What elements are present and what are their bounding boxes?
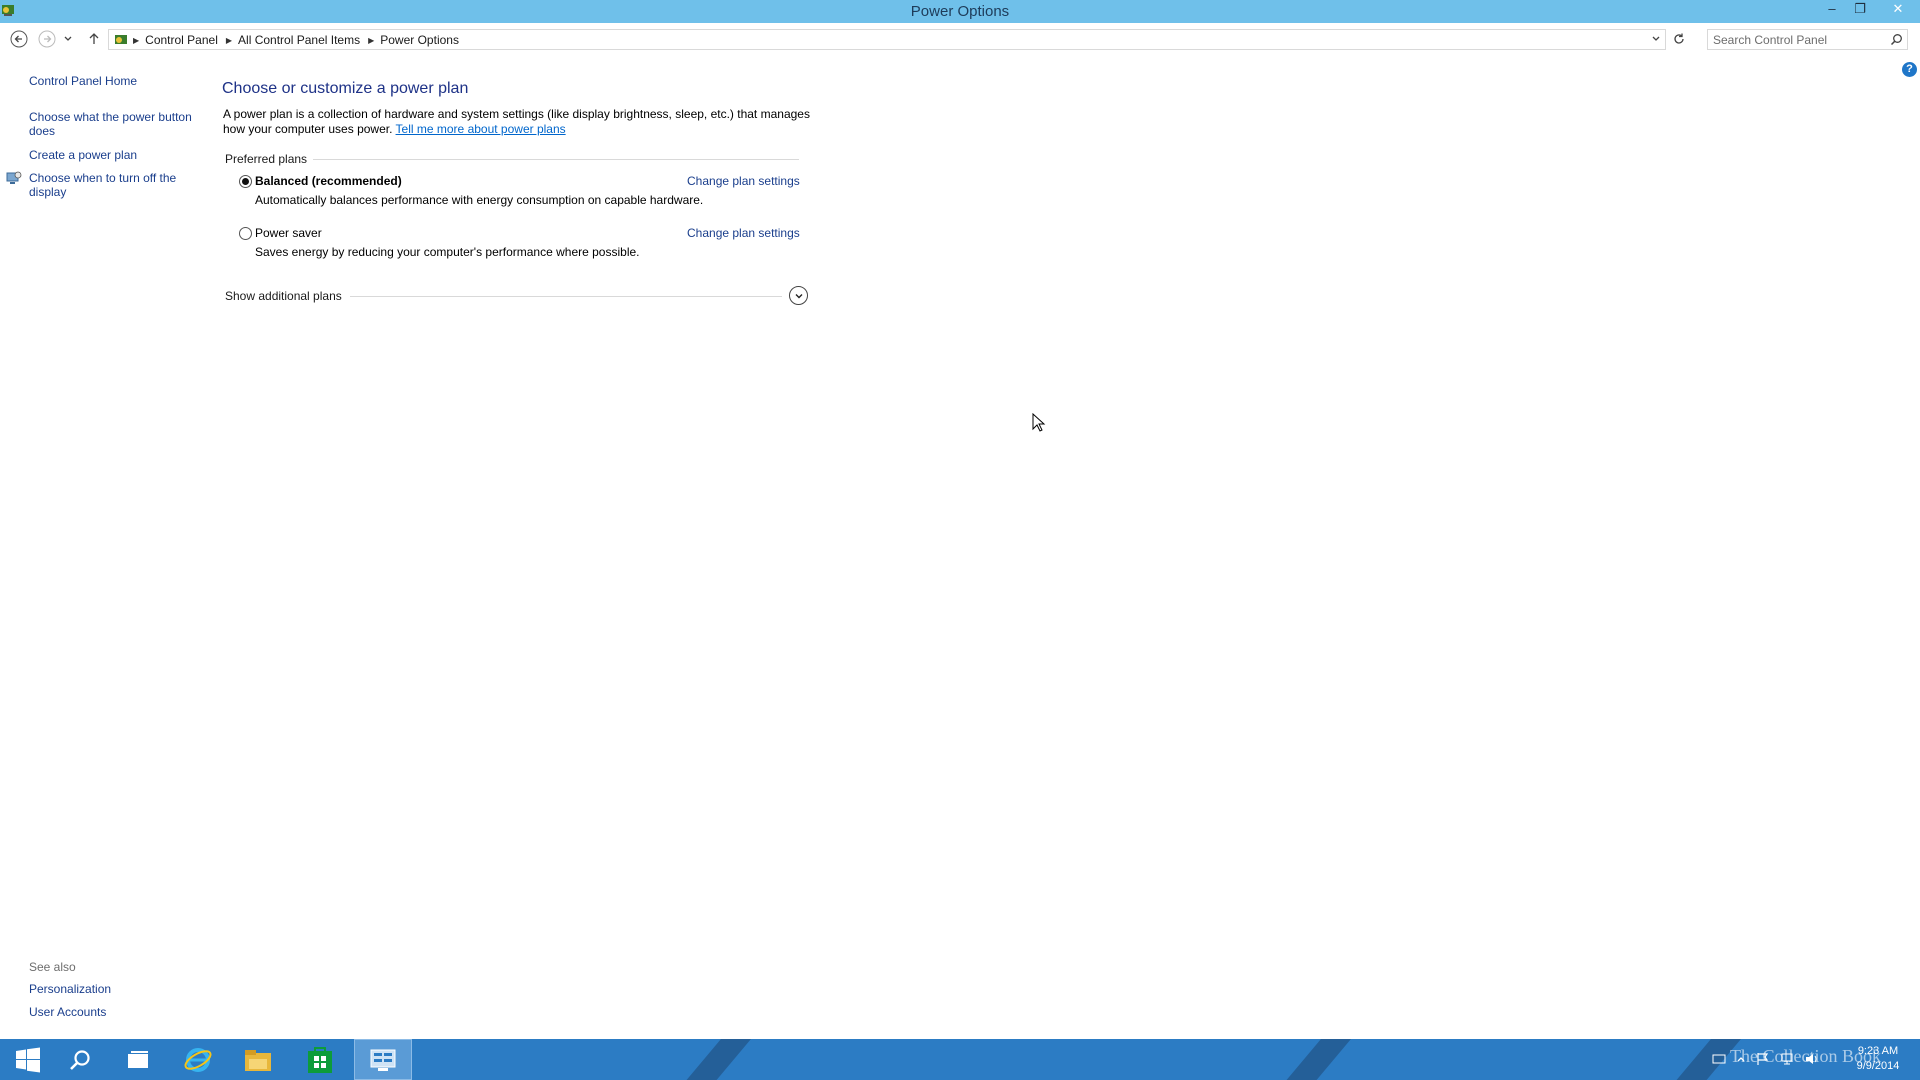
taskbar-search-button[interactable] [52,1039,108,1080]
up-button[interactable] [84,29,104,49]
clock[interactable]: 9:23 AM 9/9/2014 [1840,1044,1916,1074]
back-button[interactable] [9,29,29,49]
search-input[interactable] [1708,30,1878,49]
chevron-down-icon [795,293,802,298]
breadcrumb-power-options[interactable]: Power Options [380,33,459,47]
change-plan-settings-link[interactable]: Change plan settings [687,174,800,188]
address-dropdown-icon[interactable] [1651,34,1661,44]
window-title: Power Options [910,3,1010,20]
breadcrumb-all-items[interactable]: All Control Panel Items [238,33,360,47]
plan-power-saver: Power saver Saves energy by reducing you… [239,226,809,262]
control-panel-icon [370,1049,396,1071]
plan-name[interactable]: Power saver [255,226,322,240]
control-panel-home-link[interactable]: Control Panel Home [29,74,199,88]
refresh-icon[interactable] [1671,31,1687,47]
intro-text: A power plan is a collection of hardware… [223,107,813,137]
clock-date: 9/9/2014 [1856,1060,1900,1072]
breadcrumb-separator-icon[interactable]: ▶ [226,36,232,45]
divider [350,296,782,297]
display-settings-icon [6,171,22,184]
plan-description: Saves energy by reducing your computer's… [255,245,640,259]
search-icon [70,1049,90,1070]
forward-arrow-icon [38,30,56,48]
mouse-cursor-icon [1032,413,1046,432]
start-button[interactable] [0,1039,56,1080]
forward-button[interactable] [37,29,57,49]
internet-explorer-button[interactable] [170,1039,226,1080]
close-button[interactable]: ✕ [1876,0,1920,20]
left-pane: Control Panel Home Choose what the power… [0,60,210,1040]
additional-plans-group[interactable]: Show additional plans [225,286,808,308]
clock-time: 9:23 AM [1857,1045,1899,1057]
windows-logo-icon [16,1047,40,1072]
create-power-plan-link[interactable]: Create a power plan [29,148,199,162]
preferred-plans-group: Preferred plans [225,152,799,166]
address-bar[interactable]: ▶ Control Panel ▶ All Control Panel Item… [108,29,1666,50]
speaker-icon[interactable] [1804,1052,1820,1066]
control-panel-taskbar-button[interactable] [354,1039,412,1080]
breadcrumb-separator-icon[interactable]: ▶ [368,36,374,45]
learn-more-link[interactable]: Tell me more about power plans [396,122,566,136]
minimize-button[interactable]: – [1818,0,1846,20]
chevron-down-icon [64,36,72,41]
change-plan-settings-link[interactable]: Change plan settings [687,226,800,240]
power-saver-radio[interactable] [239,227,252,240]
expand-button[interactable] [789,286,808,305]
folder-icon [245,1049,271,1071]
plan-name[interactable]: Balanced (recommended) [255,174,402,188]
taskbar-decoration [1270,1039,1360,1080]
file-explorer-button[interactable] [230,1039,286,1080]
network-icon[interactable] [1780,1052,1794,1066]
task-view-icon [128,1050,148,1068]
page-title: Choose or customize a power plan [222,80,469,97]
user-accounts-link[interactable]: User Accounts [29,1005,199,1019]
show-additional-plans-label[interactable]: Show additional plans [225,289,342,303]
store-button[interactable] [292,1039,348,1080]
see-also-label: See also [29,960,76,974]
help-icon[interactable]: ? [1902,62,1917,77]
chevron-up-icon[interactable] [1736,1054,1746,1064]
system-tray [1712,1049,1820,1069]
preferred-plans-label: Preferred plans [225,152,314,166]
balanced-radio[interactable] [239,175,252,188]
power-button-link[interactable]: Choose what the power button does [29,110,199,138]
search-icon[interactable] [1890,33,1903,46]
store-icon [308,1046,332,1073]
task-view-button[interactable] [110,1039,166,1080]
control-panel-icon [115,35,127,44]
taskbar: The Collection Book 9:23 AM 9/9/2014 [0,1039,1920,1080]
recent-locations-button[interactable] [62,29,74,49]
back-arrow-icon [10,30,28,48]
breadcrumb: ▶ Control Panel ▶ All Control Panel Item… [113,32,467,48]
flag-icon[interactable] [1756,1052,1770,1066]
taskbar-decoration [670,1039,760,1080]
search-box[interactable] [1707,29,1908,50]
divider [313,159,799,160]
breadcrumb-control-panel[interactable]: Control Panel [145,33,218,47]
internet-explorer-icon [184,1047,212,1072]
up-arrow-icon [89,33,99,44]
plan-description: Automatically balances performance with … [255,193,704,207]
restore-button[interactable]: ❐ [1846,0,1874,20]
title-bar: Power Options – ❐ ✕ [0,0,1920,23]
personalization-link[interactable]: Personalization [29,982,199,996]
navigation-bar: ▶ Control Panel ▶ All Control Panel Item… [0,27,1920,53]
turn-off-display-link[interactable]: Choose when to turn off the display [29,171,199,199]
breadcrumb-separator-icon[interactable]: ▶ [133,36,139,45]
plan-balanced: Balanced (recommended) Automatically bal… [239,174,809,210]
keyboard-icon[interactable] [1712,1053,1726,1065]
